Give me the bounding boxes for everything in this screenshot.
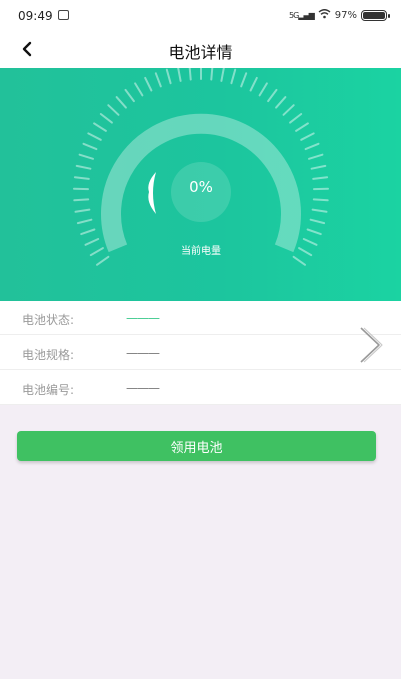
gauge-tick bbox=[300, 132, 315, 141]
gauge-tick bbox=[311, 208, 328, 213]
gauge-tick bbox=[84, 238, 100, 246]
gauge-tick bbox=[73, 176, 90, 180]
gauge-tick bbox=[306, 228, 322, 236]
current-charge-label: 当前电量 bbox=[181, 246, 221, 257]
battery-percent-value: 0% bbox=[189, 178, 213, 196]
gauge-tick bbox=[93, 122, 107, 132]
gauge-tick bbox=[177, 68, 182, 82]
gauge-tick bbox=[82, 142, 98, 151]
gauge-tick bbox=[96, 255, 110, 266]
gauge-tick bbox=[115, 96, 127, 109]
battery-status-value: ——— bbox=[126, 311, 160, 325]
gauge-level-indicator bbox=[148, 172, 156, 214]
gauge-tick bbox=[249, 76, 258, 92]
gauge-tick bbox=[312, 176, 329, 180]
gauge-tick bbox=[310, 164, 327, 170]
gauge-tick bbox=[124, 88, 135, 103]
network-type: 5G bbox=[289, 10, 299, 20]
gauge-tick bbox=[292, 255, 306, 266]
gauge-tick bbox=[308, 153, 324, 160]
gauge-tick bbox=[312, 198, 329, 202]
gauge-tick bbox=[107, 104, 120, 116]
gauge-tick bbox=[304, 142, 320, 151]
signal-icon: 5G▂▄▆ bbox=[289, 10, 315, 20]
gauge-tick bbox=[282, 104, 295, 116]
gauge-tick bbox=[80, 228, 96, 236]
status-indicators: 5G▂▄▆ 97% bbox=[289, 8, 390, 22]
battery-percent: 97% bbox=[334, 9, 357, 21]
gauge-tick bbox=[89, 247, 104, 257]
wifi-icon bbox=[318, 8, 331, 22]
gauge-tick bbox=[240, 72, 248, 88]
gauge-tick bbox=[188, 68, 192, 81]
gauge-tick bbox=[302, 238, 318, 246]
battery-spec-row: 电池规格: ——— bbox=[0, 336, 401, 370]
battery-number-row: 电池编号: ——— bbox=[0, 371, 401, 405]
gauge-tick bbox=[289, 113, 303, 124]
gauge-tick bbox=[144, 76, 153, 92]
gauge-tick bbox=[295, 122, 309, 132]
battery-number-value: ——— bbox=[126, 381, 160, 395]
status-time: 09:49 bbox=[18, 9, 53, 23]
battery-gauge-panel: 0% 当前电量 bbox=[0, 68, 401, 301]
page-title: 电池详情 bbox=[168, 43, 233, 62]
next-button[interactable] bbox=[355, 324, 385, 366]
gauge-tick bbox=[76, 218, 93, 225]
battery-spec-value: ——— bbox=[126, 346, 160, 360]
battery-status-row: 电池状态: ——— bbox=[0, 301, 401, 335]
gauge-tick bbox=[99, 113, 113, 124]
gauge-tick bbox=[74, 208, 91, 213]
battery-spec-label: 电池规格: bbox=[22, 348, 75, 362]
status-bar: 09:49 5G▂▄▆ 97% bbox=[0, 0, 401, 30]
battery-number-label: 电池编号: bbox=[22, 383, 75, 397]
battery-status-label: 电池状态: bbox=[22, 313, 75, 327]
gauge-tick bbox=[267, 88, 278, 103]
gauge-tick bbox=[154, 72, 162, 88]
battery-info-list: 电池状态: ——— 电池规格: ——— 电池编号: ——— bbox=[0, 301, 401, 405]
gauge-tick bbox=[75, 164, 92, 170]
gauge-tick bbox=[165, 68, 172, 85]
gauge-tick bbox=[73, 198, 90, 202]
gauge-tick bbox=[309, 218, 326, 225]
gauge-tick bbox=[87, 132, 102, 141]
gauge-tick bbox=[134, 82, 144, 97]
gauge-tick bbox=[220, 68, 225, 82]
gauge-tick bbox=[230, 68, 237, 85]
gauge-tick bbox=[210, 68, 214, 81]
battery-icon bbox=[361, 9, 390, 21]
gauge-tick bbox=[258, 82, 268, 97]
claim-battery-button[interactable]: 领用电池 bbox=[17, 431, 376, 461]
notification-icon bbox=[58, 10, 69, 20]
gauge-tick bbox=[275, 96, 287, 109]
gauge-tick bbox=[298, 247, 313, 257]
nav-bar: 电池详情 bbox=[0, 30, 401, 68]
chevron-right-icon bbox=[360, 327, 383, 363]
gauge-tick bbox=[78, 153, 94, 160]
